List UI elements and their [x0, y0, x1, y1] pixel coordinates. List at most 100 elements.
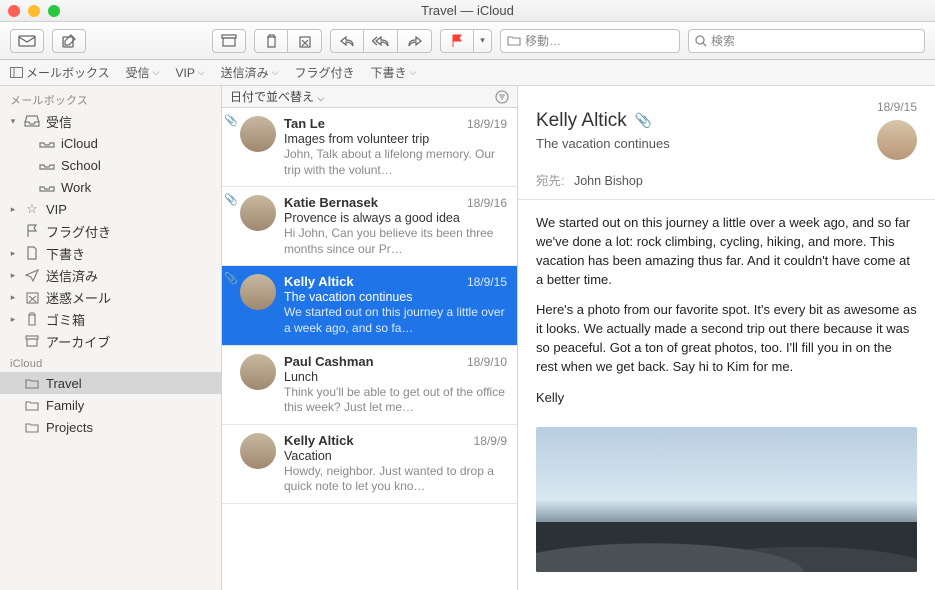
message-subject: Images from volunteer trip	[284, 132, 507, 146]
reply-button[interactable]	[330, 29, 364, 53]
paperplane-icon	[23, 268, 41, 282]
message-date: 18/9/9	[474, 434, 507, 448]
message-subject: Vacation	[284, 449, 507, 463]
archive-button[interactable]	[212, 29, 246, 53]
message-sender: Kelly Altick	[284, 274, 354, 289]
sidebar-item-drafts[interactable]: ▸ 下書き	[0, 242, 221, 264]
sidebar-label: School	[61, 158, 101, 173]
move-to-label: 移動…	[525, 32, 561, 49]
fav-inbox[interactable]: 受信⌵	[126, 64, 160, 81]
sidebar-label: Work	[61, 180, 91, 195]
minimize-window-button[interactable]	[28, 5, 40, 17]
sidebar-item-projects[interactable]: Projects	[0, 416, 221, 438]
trash-icon	[23, 312, 41, 326]
junk-button[interactable]	[288, 29, 322, 53]
sender-avatar	[240, 354, 276, 390]
get-mail-button[interactable]	[10, 29, 44, 53]
junk-icon	[23, 290, 41, 304]
tray-icon	[38, 158, 56, 172]
message-item[interactable]: 📎Katie Bernasek18/9/16Provence is always…	[222, 187, 517, 266]
disclosure-triangle-icon[interactable]: ▸	[8, 204, 18, 215]
disclosure-triangle-icon[interactable]: ▸	[8, 292, 18, 303]
message-subject: Lunch	[284, 370, 507, 384]
sidebar-label: フラグ付き	[46, 222, 111, 241]
forward-button[interactable]	[398, 29, 432, 53]
fav-mailboxes[interactable]: メールボックス	[10, 64, 110, 81]
filter-icon[interactable]	[495, 90, 509, 104]
reply-all-icon	[372, 35, 390, 47]
message-subject: The vacation continues	[284, 290, 507, 304]
archive-icon	[23, 334, 41, 348]
message-sender: Katie Bernasek	[284, 195, 378, 210]
sender-avatar	[240, 116, 276, 152]
paperclip-icon: 📎	[224, 114, 238, 127]
message-preview: Hi John, Can you believe its been three …	[284, 226, 507, 257]
reader-subject: The vacation continues	[536, 136, 877, 151]
window-titlebar: Travel — iCloud	[0, 0, 935, 22]
move-to-dropdown[interactable]: 移動…	[500, 29, 680, 53]
fav-drafts[interactable]: 下書き⌵	[371, 64, 417, 81]
flag-button[interactable]	[440, 29, 474, 53]
disclosure-triangle-icon[interactable]: ▸	[8, 248, 18, 259]
message-list: 日付で並べ替え ⌵ 📎Tan Le18/9/19Images from volu…	[222, 86, 518, 590]
sidebar-label: iCloud	[61, 136, 98, 151]
message-preview: Howdy, neighbor. Just wanted to drop a q…	[284, 464, 507, 495]
sidebar-item-archive[interactable]: アーカイブ	[0, 330, 221, 352]
sidebar-label: Family	[46, 398, 84, 413]
sidebar-label: Projects	[46, 420, 93, 435]
sort-bar[interactable]: 日付で並べ替え ⌵	[222, 86, 517, 108]
sidebar-item-work[interactable]: Work	[0, 176, 221, 198]
sidebar-label: ゴミ箱	[46, 310, 85, 329]
fav-label: 受信	[126, 64, 150, 81]
trash-icon	[265, 34, 278, 48]
delete-button[interactable]	[254, 29, 288, 53]
fav-label: VIP	[176, 66, 195, 80]
reader-to-line: 宛先: John Bishop	[536, 170, 917, 189]
sidebar-item-vip[interactable]: ▸ ☆ VIP	[0, 198, 221, 220]
disclosure-triangle-icon[interactable]: ▸	[8, 270, 18, 281]
sidebar-label: 送信済み	[46, 266, 98, 285]
message-subject: Provence is always a good idea	[284, 211, 507, 225]
sidebar-item-family[interactable]: Family	[0, 394, 221, 416]
chevron-down-icon: ⌵	[317, 93, 324, 103]
compose-button[interactable]	[52, 29, 86, 53]
reply-all-button[interactable]	[364, 29, 398, 53]
flag-icon	[23, 224, 41, 238]
sidebar-item-inbox[interactable]: ▾ 受信	[0, 110, 221, 132]
sidebar-item-trash[interactable]: ▸ ゴミ箱	[0, 308, 221, 330]
forward-icon	[407, 35, 423, 47]
fav-flagged[interactable]: フラグ付き	[295, 64, 355, 81]
fav-label: フラグ付き	[295, 64, 355, 81]
sidebar-item-flagged[interactable]: フラグ付き	[0, 220, 221, 242]
fav-sent[interactable]: 送信済み⌵	[221, 64, 279, 81]
fav-vip[interactable]: VIP⌵	[176, 66, 205, 80]
sidebar-item-icloud[interactable]: iCloud	[0, 132, 221, 154]
message-item[interactable]: Paul Cashman18/9/10LunchThink you'll be …	[222, 346, 517, 425]
sender-avatar	[877, 120, 917, 160]
zoom-window-button[interactable]	[48, 5, 60, 17]
flag-menu-button[interactable]: ▾	[474, 29, 492, 53]
chevron-down-icon: ⌵	[410, 67, 417, 78]
message-date: 18/9/15	[467, 275, 507, 289]
sidebar-item-sent[interactable]: ▸ 送信済み	[0, 264, 221, 286]
sidebar-item-school[interactable]: School	[0, 154, 221, 176]
message-sender: Paul Cashman	[284, 354, 374, 369]
toolbar: ▾ 移動… 検索	[0, 22, 935, 60]
sidebar-item-junk[interactable]: ▸ 迷惑メール	[0, 286, 221, 308]
disclosure-triangle-icon[interactable]: ▾	[8, 116, 18, 127]
chevron-down-icon: ▾	[480, 35, 485, 46]
attachment-photo[interactable]	[536, 427, 917, 572]
close-window-button[interactable]	[8, 5, 20, 17]
sidebar-item-travel[interactable]: Travel	[0, 372, 221, 394]
message-item[interactable]: 📎Kelly Altick18/9/15The vacation continu…	[222, 266, 517, 345]
disclosure-triangle-icon[interactable]: ▸	[8, 314, 18, 325]
body-signature: Kelly	[536, 389, 917, 408]
reader-date: 18/9/15	[877, 100, 917, 114]
fav-label: 送信済み	[221, 64, 269, 81]
message-item[interactable]: 📎Tan Le18/9/19Images from volunteer trip…	[222, 108, 517, 187]
search-field[interactable]: 検索	[688, 29, 925, 53]
message-item[interactable]: Kelly Altick18/9/9VacationHowdy, neighbo…	[222, 425, 517, 504]
chevron-down-icon: ⌵	[153, 67, 160, 78]
sidebar: メールボックス ▾ 受信 iCloud School Work ▸ ☆ VIP …	[0, 86, 222, 590]
tray-icon	[38, 136, 56, 150]
